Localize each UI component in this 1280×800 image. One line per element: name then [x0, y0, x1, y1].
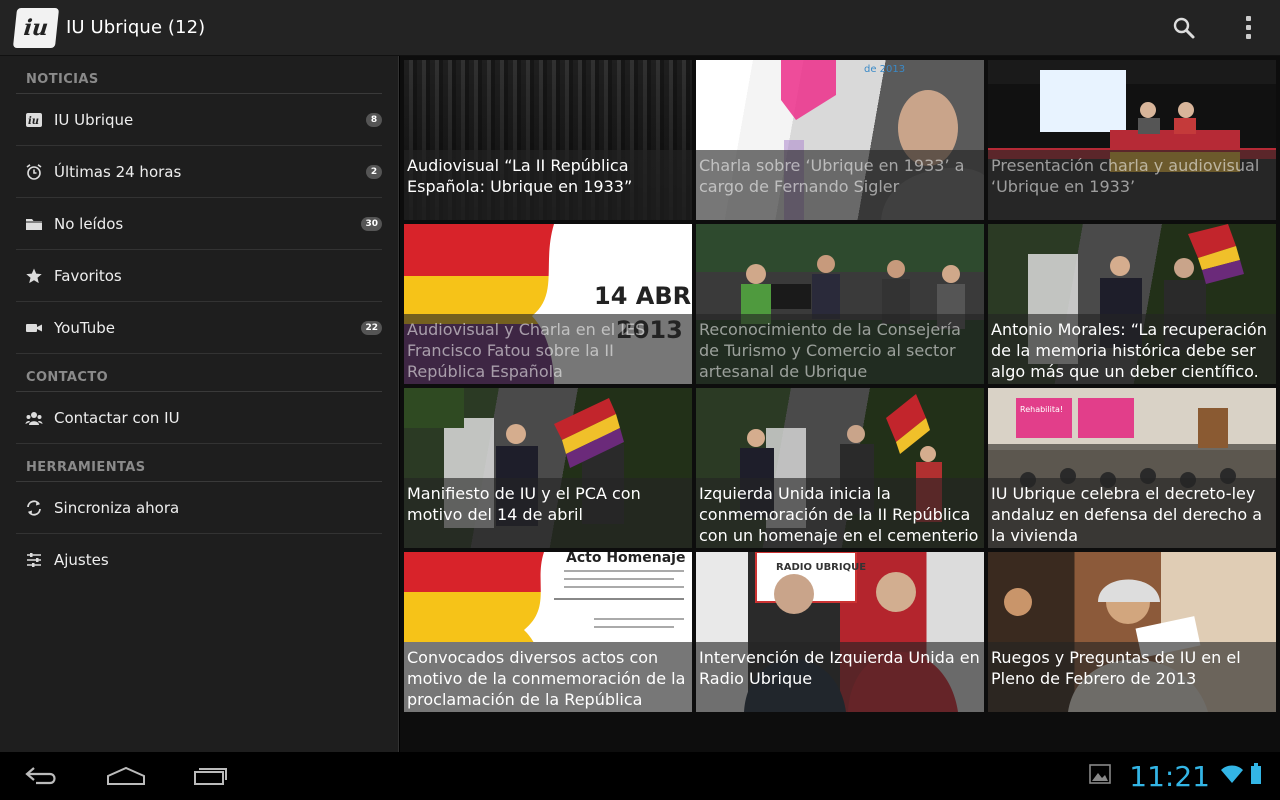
nav-item-label: IU Ubrique	[54, 110, 134, 129]
battery-icon	[1250, 763, 1262, 789]
nav-item-label: Contactar con IU	[54, 408, 180, 427]
system-navigation-bar: 11:21	[0, 752, 1280, 800]
nav-item-ajustes[interactable]: Ajustes	[16, 534, 382, 586]
home-button[interactable]	[84, 752, 168, 800]
status-area[interactable]: 11:21	[1089, 760, 1262, 793]
article-title: Antonio Morales: “La recuperación de la …	[988, 314, 1276, 384]
banner-text: Rehabilita!	[1020, 405, 1063, 414]
app-logo-icon[interactable]: iu	[12, 7, 60, 48]
section-header-herramientas: HERRAMIENTAS	[16, 444, 382, 482]
nav-item-label: Favoritos	[54, 266, 122, 285]
article-tile[interactable]: Rehabilita! IU Ubrique celebra el decret…	[988, 388, 1276, 548]
article-title: Reconocimiento de la Consejería de Turis…	[696, 314, 984, 384]
section-header-contacto: CONTACTO	[16, 354, 382, 392]
article-title: Izquierda Unida inicia la conmemoración …	[696, 478, 984, 548]
unread-count-badge: 30	[361, 216, 382, 231]
nav-item-label: Sincroniza ahora	[54, 498, 180, 517]
clock-text: 11:21	[1129, 759, 1210, 793]
star-icon	[25, 267, 43, 285]
nav-item-label: No leídos	[54, 214, 124, 233]
unread-count-badge: 2	[366, 164, 382, 179]
article-title: Charla sobre ‘Ubrique en 1933’ a cargo d…	[696, 150, 984, 220]
article-title: Intervención de Izquierda Unida en Radio…	[696, 642, 984, 712]
video-camera-icon	[25, 319, 43, 337]
alarm-clock-icon	[25, 163, 43, 181]
article-tile[interactable]: Presentación charla y audiovisual ‘Ubriq…	[988, 60, 1276, 220]
article-title: Audiovisual y Charla en el IES Francisco…	[404, 314, 692, 384]
article-tile[interactable]: Antonio Morales: “La recuperación de la …	[988, 224, 1276, 384]
article-tile[interactable]: Izquierda Unida inicia la conmemoración …	[696, 388, 984, 548]
radio-sign-text: RADIO UBRIQUE	[776, 562, 866, 573]
article-tile[interactable]: de 2013 Charla sobre ‘Ubrique en 1933’ a…	[696, 60, 984, 220]
article-tile[interactable]: Acto Homenaje Convocados diversos actos …	[404, 552, 692, 712]
app-title: IU Ubrique (12)	[66, 17, 206, 38]
action-bar: iu IU Ubrique (12)	[0, 0, 1280, 56]
section-header-noticias: NOTICIAS	[16, 56, 382, 94]
article-title: Ruegos y Preguntas de IU en el Pleno de …	[988, 642, 1276, 712]
nav-item-youtube[interactable]: YouTube 22	[16, 302, 382, 354]
folder-icon	[25, 215, 43, 233]
article-grid: Audiovisual “La II República Española: U…	[404, 60, 1276, 712]
sync-icon	[25, 499, 43, 517]
contact-icon	[25, 409, 43, 427]
slide-text: de 2013	[864, 64, 905, 75]
nav-item-label: Últimas 24 horas	[54, 162, 182, 181]
article-tile[interactable]: Reconocimiento de la Consejería de Turis…	[696, 224, 984, 384]
article-title: Convocados diversos actos con motivo de …	[404, 642, 692, 712]
article-grid-area: Audiovisual “La II República Española: U…	[400, 56, 1280, 752]
poster-title-text: Acto Homenaje	[566, 552, 685, 566]
nav-item-contactar-con-iu[interactable]: Contactar con IU	[16, 392, 382, 444]
article-title: Presentación charla y audiovisual ‘Ubriq…	[988, 150, 1276, 220]
wifi-icon	[1220, 764, 1244, 788]
article-title: IU Ubrique celebra el decreto-ley andalu…	[988, 478, 1276, 548]
nav-item-sincroniza-ahora[interactable]: Sincroniza ahora	[16, 482, 382, 534]
recent-apps-button[interactable]	[168, 752, 252, 800]
article-title: Manifiesto de IU y el PCA con motivo del…	[404, 478, 692, 548]
nav-item-label: Ajustes	[54, 551, 109, 569]
sliders-icon	[25, 551, 43, 569]
nav-item-label: YouTube	[54, 318, 115, 337]
article-tile[interactable]: Ruegos y Preguntas de IU en el Pleno de …	[988, 552, 1276, 712]
nav-item-iu-ubrique[interactable]: iu IU Ubrique 8	[16, 94, 382, 146]
article-tile[interactable]: Manifiesto de IU y el PCA con motivo del…	[404, 388, 692, 548]
svg-text:iu: iu	[28, 116, 39, 127]
search-icon[interactable]	[1164, 8, 1204, 48]
back-button[interactable]	[0, 752, 84, 800]
nav-item-favoritos[interactable]: Favoritos	[16, 250, 382, 302]
overflow-menu-icon[interactable]	[1228, 8, 1268, 48]
article-tile[interactable]: RADIO UBRIQUE Intervención de Izquierda …	[696, 552, 984, 712]
nav-item-ultimas-24-horas[interactable]: Últimas 24 horas 2	[16, 146, 382, 198]
poster-date-text: 14 ABRI	[594, 282, 692, 310]
gallery-notification-icon	[1089, 764, 1112, 788]
unread-count-badge: 22	[361, 320, 382, 335]
article-tile[interactable]: Audiovisual “La II República Española: U…	[404, 60, 692, 220]
nav-item-no-leidos[interactable]: No leídos 30	[16, 198, 382, 250]
iu-logo-icon: iu	[25, 111, 43, 129]
article-tile[interactable]: 14 ABRI 2013 Audiovisual y Charla en el …	[404, 224, 692, 384]
navigation-drawer: NOTICIAS iu IU Ubrique 8 Últimas 24 hora…	[0, 56, 399, 752]
unread-count-badge: 8	[366, 112, 382, 127]
article-title: Audiovisual “La II República Española: U…	[404, 150, 692, 220]
